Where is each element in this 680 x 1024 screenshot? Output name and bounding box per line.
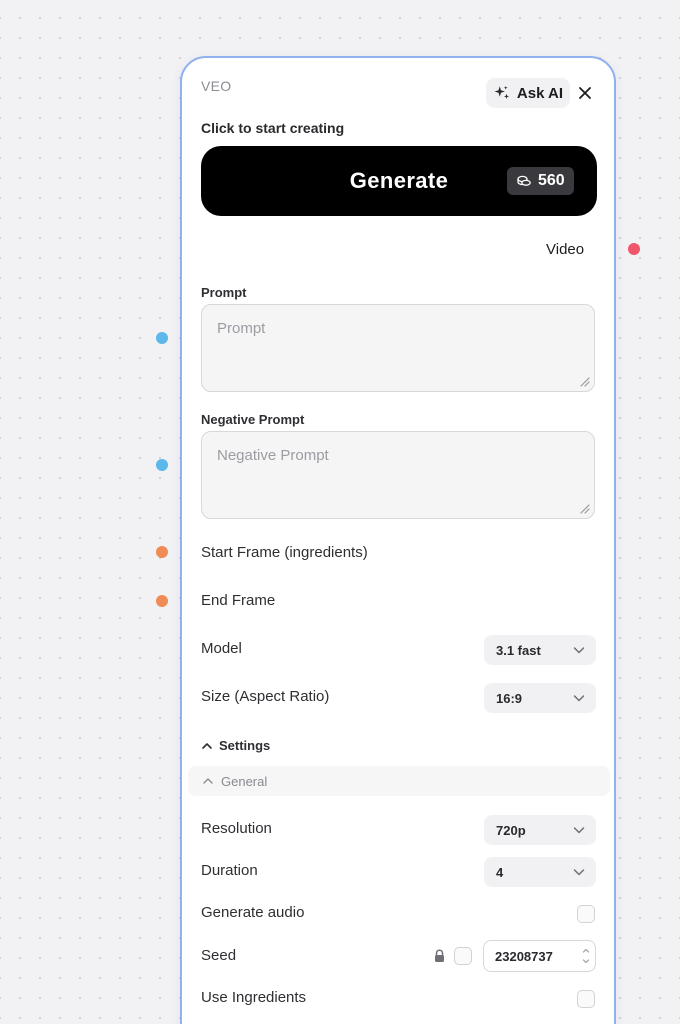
resolution-select[interactable]: 720p [484, 815, 596, 845]
stepper-arrows-icon[interactable] [581, 944, 591, 968]
generate-audio-checkbox[interactable] [577, 905, 595, 923]
resize-grip-icon[interactable] [578, 502, 590, 514]
output-label-video: Video [546, 241, 585, 258]
start-frame-input-port[interactable] [156, 546, 168, 558]
negative-prompt-textarea[interactable]: Negative Prompt [201, 431, 595, 519]
prompt-placeholder: Prompt [217, 320, 266, 337]
generate-audio-label: Generate audio [201, 904, 305, 921]
sparkle-icon [494, 85, 510, 99]
seed-input[interactable]: 23208737 [483, 940, 596, 972]
coins-icon [517, 175, 531, 186]
seed-random-checkbox[interactable] [454, 947, 472, 965]
use-ingredients-checkbox[interactable] [577, 990, 595, 1008]
seed-label: Seed [201, 947, 237, 964]
node-title: VEO [201, 78, 232, 94]
resolution-value: 720p [496, 822, 526, 838]
model-select[interactable]: 3.1 fast [484, 635, 596, 665]
resolution-label: Resolution [201, 820, 272, 837]
cost-value: 560 [538, 172, 565, 189]
use-ingredients-label: Use Ingredients [201, 989, 307, 1006]
chevron-up-icon [202, 742, 212, 749]
model-label: Model [201, 640, 242, 657]
general-section-toggle[interactable]: General [188, 766, 610, 796]
size-value: 16:9 [496, 690, 523, 706]
chevron-down-icon [573, 647, 585, 654]
end-frame-input-port[interactable] [156, 595, 168, 607]
veo-node-card: VEO Ask AI Click to start creating Gener… [180, 56, 616, 1024]
ask-ai-button[interactable]: Ask AI [486, 78, 570, 108]
chevron-up-icon [203, 778, 213, 784]
close-icon [579, 87, 591, 99]
duration-label: Duration [201, 862, 258, 879]
prompt-input-port[interactable] [156, 332, 168, 344]
settings-label: Settings [219, 738, 271, 753]
negative-prompt-placeholder: Negative Prompt [217, 447, 329, 464]
chevron-down-icon [573, 869, 585, 876]
resize-grip-icon[interactable] [578, 375, 590, 387]
start-creating-hint: Click to start creating [201, 120, 345, 136]
duration-value: 4 [496, 864, 504, 880]
end-frame-label: End Frame [201, 592, 276, 609]
close-button[interactable] [574, 82, 596, 104]
ask-ai-label: Ask AI [516, 84, 564, 102]
duration-select[interactable]: 4 [484, 857, 596, 887]
start-frame-label: Start Frame (ingredients) [201, 544, 368, 561]
cost-badge: 560 [507, 167, 574, 195]
negative-prompt-label: Negative Prompt [201, 412, 305, 427]
lock-icon[interactable] [433, 949, 446, 963]
negative-prompt-input-port[interactable] [156, 459, 168, 471]
model-value: 3.1 fast [496, 642, 541, 658]
prompt-label: Prompt [201, 285, 247, 300]
size-select[interactable]: 16:9 [484, 683, 596, 713]
prompt-textarea[interactable]: Prompt [201, 304, 595, 392]
size-label: Size (Aspect Ratio) [201, 688, 330, 705]
chevron-down-icon [573, 695, 585, 702]
generate-button[interactable]: Generate 560 [201, 146, 597, 216]
chevron-down-icon [573, 827, 585, 834]
general-label: General [221, 773, 268, 789]
video-output-port[interactable] [628, 243, 640, 255]
settings-toggle[interactable]: Settings [201, 738, 270, 753]
seed-value: 23208737 [495, 948, 553, 964]
